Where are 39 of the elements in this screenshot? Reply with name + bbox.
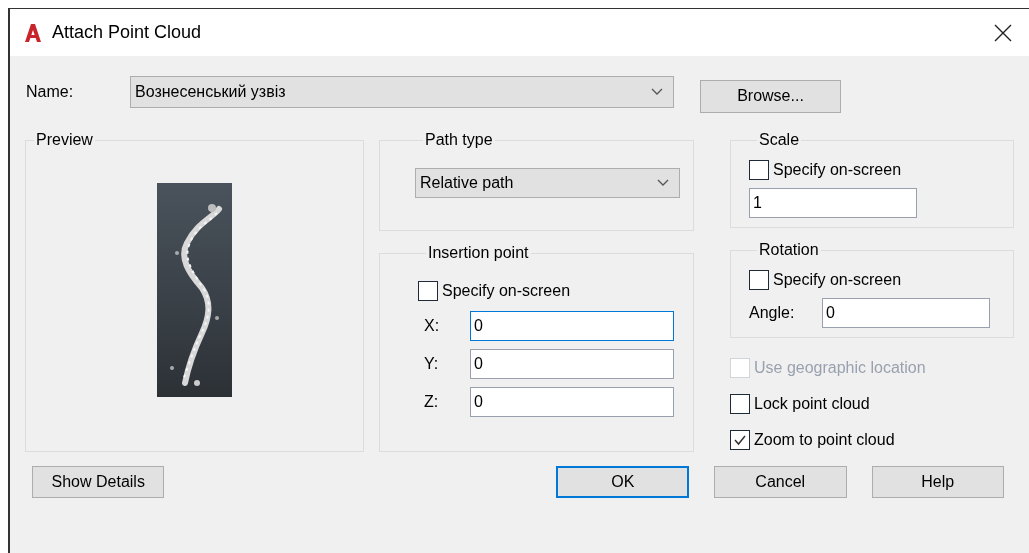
group-title: Rotation (758, 240, 820, 260)
text-field[interactable]: 0 (822, 298, 990, 328)
text-field[interactable]: 0 (470, 349, 674, 379)
coordinate-label: Z: (423, 392, 440, 412)
coordinate-label: X: (423, 316, 441, 336)
name-dropdown[interactable]: Вознесенський узвіз (130, 76, 674, 108)
checkbox[interactable] (749, 160, 769, 180)
chevron-down-icon (651, 88, 663, 96)
checkbox-label: Specify on-screen (773, 270, 902, 290)
checkbox[interactable] (418, 281, 438, 301)
checkbox[interactable] (730, 430, 750, 450)
window-title: Attach Point Cloud (52, 21, 202, 44)
checkbox-label: Use geographic location (754, 358, 926, 378)
group-title: Preview (35, 130, 94, 150)
group-title: Scale (758, 130, 801, 150)
chevron-down-icon (657, 179, 669, 187)
checkbox-label: Specify on-screen (442, 281, 571, 301)
group-title: Insertion point (427, 243, 530, 263)
dialog-button[interactable]: OK (556, 466, 689, 498)
checkbox[interactable] (749, 270, 769, 290)
checkbox-label: Zoom to point cloud (754, 430, 895, 450)
checkbox[interactable] (730, 394, 750, 414)
checkmark-icon (733, 433, 747, 447)
name-label: Name: (26, 82, 75, 102)
app-logo-icon (22, 21, 44, 44)
path-type-dropdown[interactable]: Relative path (415, 168, 680, 198)
text-field[interactable]: 1 (749, 188, 917, 218)
coordinate-label: Y: (423, 354, 440, 374)
dialog-button[interactable]: Help (871, 466, 1004, 498)
text-field[interactable]: 0 (470, 387, 674, 417)
checkbox-label: Lock point cloud (754, 394, 870, 414)
angle-label: Angle: (749, 303, 796, 323)
dialog-button[interactable]: Show Details (32, 466, 165, 498)
close-icon (994, 23, 1012, 42)
checkbox-label: Specify on-screen (773, 160, 902, 180)
browse-button[interactable]: Browse... (700, 79, 841, 113)
dialog-button[interactable]: Cancel (714, 466, 847, 498)
group-title: Path type (424, 130, 494, 150)
text-field[interactable]: 0 (470, 311, 674, 341)
